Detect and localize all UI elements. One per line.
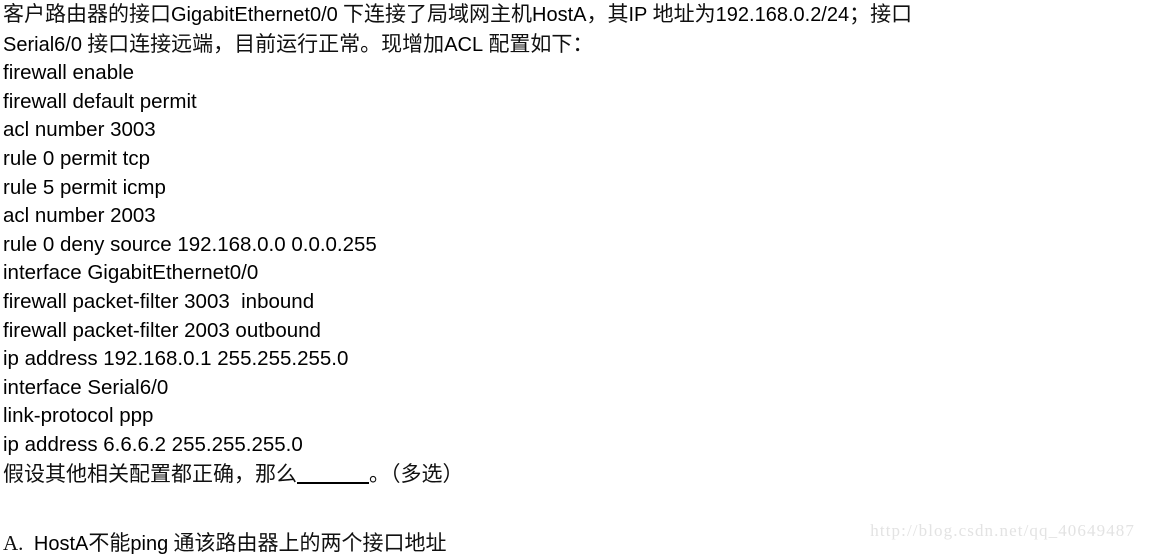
stem-host-ip-address: 192.168.0.2/24 [715, 4, 850, 26]
config-line: link-protocol ppp [3, 404, 154, 428]
config-line: rule 5 permit icmp [3, 175, 166, 199]
stem-interface-serial6-0: Serial6/0 [3, 33, 82, 56]
question-stem-line-1: 客户路由器的接口GigabitEthernet0/0 下连接了局域网主机Host… [3, 0, 1157, 30]
stem-interface-g0-0: GigabitEthernet0/0 [171, 4, 338, 26]
stem-text-7: 配置如下： [483, 31, 594, 56]
config-line: firewall default permit [3, 89, 197, 113]
config-line: acl number 2003 [3, 204, 156, 228]
config-line: interface Serial6/0 [3, 375, 169, 399]
router-config-listing: firewall enable firewall default permit … [3, 59, 1157, 459]
question-document: 客户路由器的接口GigabitEthernet0/0 下连接了局域网主机Host… [3, 0, 1157, 558]
blog-watermark: http://blog.csdn.net/qq_40649487 [870, 521, 1135, 540]
stem-text-2: 下连接了局域网主机 [337, 2, 533, 26]
config-line: rule 0 permit tcp [3, 146, 150, 170]
config-line: acl number 3003 [3, 118, 156, 142]
stem-text-3: ，其 [586, 2, 629, 26]
question-prompt-line: 假设其他相关配置都正确，那么 。（多选） [3, 460, 1157, 489]
option-a-text-2: 不能 [88, 530, 131, 555]
stem-text-5: ；接口 [849, 2, 913, 26]
config-line: ip address 6.6.6.2 255.255.255.0 [3, 432, 303, 456]
option-a-ping-keyword: ping [130, 532, 169, 555]
stem-host-name: HostA [532, 4, 587, 26]
config-line: firewall enable [3, 61, 135, 85]
question-stem-line-2: Serial6/0 接口连接远端，目前运行正常。现增加ACL 配置如下： [3, 30, 1157, 60]
stem-text-4: 地址为 [647, 2, 716, 26]
stem-text-6: 接口连接远端，目前运行正常。现增加 [81, 31, 445, 56]
stem-acl-label: ACL [444, 33, 484, 56]
config-line: rule 0 deny source 192.168.0.0 0.0.0.255 [3, 232, 377, 256]
config-line: ip address 192.168.0.1 255.255.255.0 [3, 347, 349, 371]
config-line: firewall packet-filter 3003 inbound [3, 289, 315, 313]
stem-text-1: 客户路由器的接口 [3, 2, 171, 26]
answer-blank [297, 464, 369, 484]
stem-ip-label: IP [628, 4, 648, 26]
option-a-text-3: 通该路由器上的两个接口地址 [168, 530, 447, 555]
prompt-text-after-blank: 。（多选） [369, 461, 464, 486]
option-a-text-1 [23, 531, 34, 555]
config-line: interface GigabitEthernet0/0 [3, 261, 259, 285]
prompt-text-before-blank: 假设其他相关配置都正确，那么 [3, 461, 297, 486]
option-a-host-name: HostA [33, 532, 89, 555]
config-line: firewall packet-filter 2003 outbound [3, 318, 321, 342]
option-a-marker: A. [3, 530, 24, 555]
